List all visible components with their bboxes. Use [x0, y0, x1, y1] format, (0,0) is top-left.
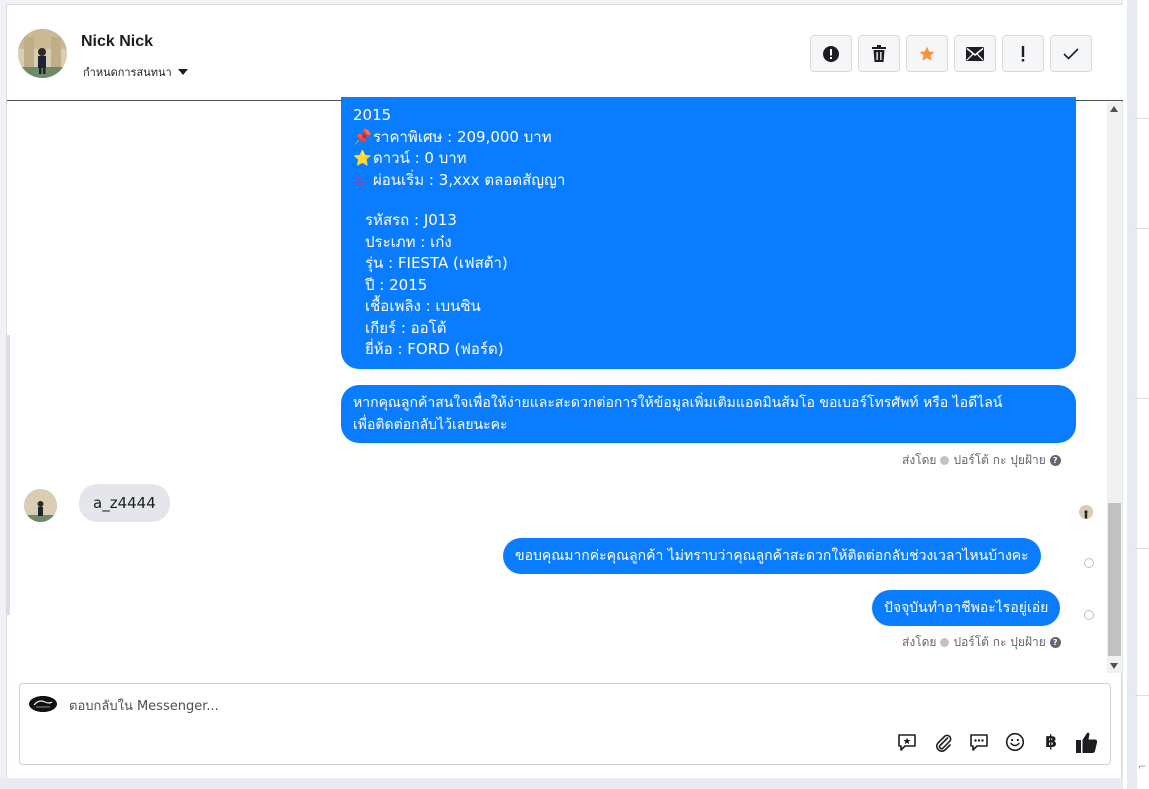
contact-request-line-1: หากคุณลูกค้าสนใจเพื่อให้ง่ายและสะดวกต่อก… [353, 395, 1003, 411]
sent-by-agent[interactable]: ปอร์โต้ กะ ปุยฝ้าย [953, 451, 1045, 470]
outgoing-message-listing: 2015 📌ราคาพิเศษ : 209,000 บาท ⭐ดาวน์ : 0… [341, 97, 1076, 369]
status-label: กำหนดการสนทนา [83, 66, 172, 79]
verified-dot-icon [940, 638, 950, 647]
outgoing-message-contact-request: หากคุณลูกค้าสนใจเพื่อให้ง่ายและสะดวกต่อก… [341, 385, 1076, 443]
reply-composer: ฿ [19, 683, 1111, 765]
outgoing-message-job-question: ปัจจุบันทำอาชีพอะไรอยู่เอ่ย [872, 590, 1061, 626]
corner-arrow-icon: ⌐ [1138, 762, 1147, 773]
hot-springs-icon: ♨ [353, 170, 367, 189]
help-icon[interactable]: ? [1049, 455, 1061, 466]
right-side-strip: ⌐ [1122, 0, 1149, 789]
listing-gear: เกียร์ : ออโต้ [365, 318, 447, 337]
listing-down-line: ⭐ดาวน์ : 0 บาท [353, 148, 1064, 170]
listing-code: รหัสรถ : J013 [365, 211, 457, 229]
listing-fuel: เชื้อเพลิง : เบนซิน [365, 297, 481, 315]
check-icon [1063, 47, 1079, 60]
listing-year: ปี : 2015 [365, 275, 428, 294]
divider [1135, 695, 1149, 696]
divider [1135, 228, 1149, 229]
seen-avatar-icon [1079, 505, 1093, 519]
sent-by-prefix: ส่งโดย [902, 453, 937, 467]
divider [1135, 548, 1149, 549]
trash-icon [872, 44, 886, 62]
caret-down-icon [177, 69, 188, 75]
bottom-strip [0, 778, 1122, 789]
contact-name: Nick Nick [81, 33, 154, 50]
contact-request-line-2: เพื่อติดต่อกลับไว้เลยนะคะ [353, 417, 508, 433]
scroll-down-arrow-icon[interactable] [1110, 663, 1118, 669]
saved-reply-button[interactable] [896, 731, 918, 753]
incoming-message: a_z4444 [79, 484, 170, 522]
attach-button[interactable] [932, 731, 954, 753]
sent-by-label: ส่งโดย ปอร์โต้ กะ ปุยฝ้าย ? [902, 633, 1061, 652]
star-button[interactable] [906, 35, 948, 72]
star-icon [919, 46, 935, 61]
pushpin-icon: 📌 [353, 127, 372, 146]
reply-input[interactable] [67, 695, 767, 717]
composer-tools: ฿ [896, 731, 1098, 753]
envelope-icon [966, 46, 984, 61]
page-avatar [29, 696, 57, 712]
delivered-check-icon [1084, 610, 1094, 620]
divider [1135, 118, 1149, 119]
attachment-icon [936, 734, 952, 752]
exclamation-icon [1021, 45, 1025, 61]
listing-brand: ยี่ห้อ : FORD (ฟอร์ด) [365, 340, 504, 358]
like-button[interactable] [1076, 731, 1098, 753]
alert-button[interactable] [810, 35, 852, 72]
header-actions [810, 35, 1092, 72]
email-button[interactable] [954, 35, 996, 72]
listing-down: ดาวน์ : 0 บาท [373, 149, 467, 167]
listing-year-top: 2015 [353, 106, 392, 124]
sent-by-agent[interactable]: ปอร์โต้ กะ ปุยฝ้าย [953, 633, 1045, 652]
listing-price-line: 📌ราคาพิเศษ : 209,000 บาท [353, 127, 1064, 149]
contact-avatar-small[interactable] [24, 489, 57, 522]
scroll-up-arrow-icon[interactable] [1110, 106, 1118, 112]
saved-reply-icon [898, 734, 916, 751]
star-emoji-icon: ⭐ [353, 149, 372, 167]
mark-important-button[interactable] [1002, 35, 1044, 72]
payment-button[interactable]: ฿ [1040, 731, 1062, 753]
listing-model: รุ่น : FIESTA (เฟสต้า) [365, 254, 508, 272]
delete-button[interactable] [858, 35, 900, 72]
emoji-icon [1005, 732, 1025, 752]
chat-button[interactable] [968, 731, 990, 753]
help-icon[interactable]: ? [1049, 637, 1061, 648]
divider [1135, 398, 1149, 399]
conversation-header: Nick Nick กำหนดการสนทนา [7, 5, 1123, 101]
sent-by-label: ส่งโดย ปอร์โต้ กะ ปุยฝ้าย ? [902, 451, 1061, 470]
messages-scrollbar[interactable] [1107, 102, 1122, 673]
alert-circle-icon [823, 45, 839, 62]
mark-done-button[interactable] [1050, 35, 1092, 72]
thumbs-up-icon [1076, 732, 1098, 753]
contact-avatar[interactable] [18, 29, 67, 78]
scrollbar-thumb[interactable] [1108, 503, 1121, 656]
emoji-button[interactable] [1004, 731, 1026, 753]
sent-by-prefix: ส่งโดย [902, 635, 937, 649]
verified-dot-icon [940, 456, 950, 465]
listing-type: ประเภท : เก๋ง [365, 232, 452, 251]
delivered-check-icon [1084, 558, 1094, 568]
listing-installment-line: ♨ ผ่อนเริ่ม : 3,xxx ตลอดสัญญา [353, 170, 1064, 192]
chat-icon [970, 734, 988, 751]
listing-price: ราคาพิเศษ : 209,000 บาท [373, 127, 552, 146]
conversation-panel: Nick Nick กำหนดการสนทนา 2015 📌ราคาพิเศษ … [6, 4, 1123, 778]
outgoing-message-thanks: ขอบคุณมากค่ะคุณลูกค้า ไม่ทราบว่าคุณลูกค้… [503, 538, 1041, 574]
listing-installment: ผ่อนเริ่ม : 3,xxx ตลอดสัญญา [373, 170, 566, 189]
baht-icon: ฿ [1045, 732, 1057, 752]
conversation-status-dropdown[interactable]: กำหนดการสนทนา [83, 63, 188, 81]
left-scroll-indicator [7, 335, 10, 615]
